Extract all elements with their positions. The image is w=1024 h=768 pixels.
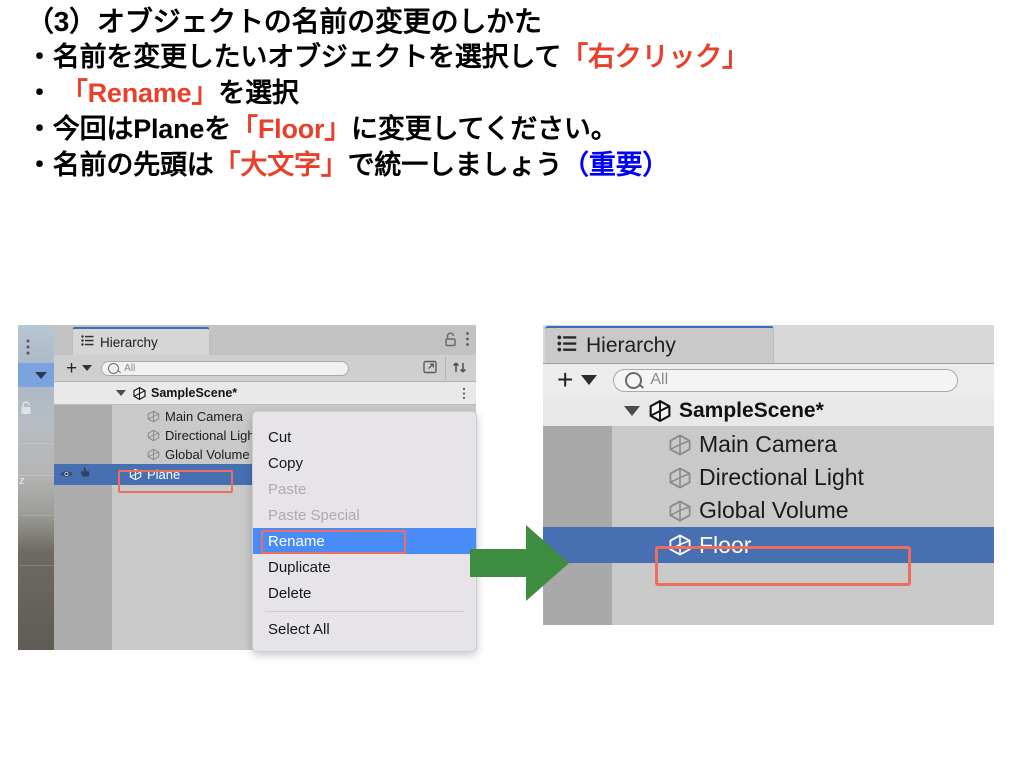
eye-icon[interactable]	[59, 466, 74, 484]
search-icon	[625, 371, 643, 389]
left-tabbar: Hierarchy	[54, 325, 476, 355]
list-item-label: Global Volume	[699, 497, 849, 523]
bullet-2-part-1: ・	[26, 78, 53, 108]
expand-triangle-icon[interactable]	[624, 406, 640, 416]
green-right-arrow	[470, 521, 570, 605]
bullet-4-part-4: （重要）	[562, 150, 670, 180]
list-item-label: Global Volume	[165, 447, 250, 462]
menu-item-duplicate[interactable]: Duplicate	[253, 554, 476, 580]
right-hierarchy-list: Main Camera Directional Light Global Vol…	[543, 426, 994, 625]
slide-root: （3）オブジェクトの名前の変更のしかた ・名前を変更したいオブジェクトを選択して…	[0, 0, 1024, 768]
gameobject-cube-icon	[147, 429, 160, 442]
gameobject-cube-icon	[668, 433, 692, 457]
lock-icon[interactable]	[444, 331, 457, 352]
visibility-toggles[interactable]	[59, 466, 91, 484]
chevron-down-icon[interactable]	[581, 375, 598, 385]
bullet-2: ・「Rename」を選択	[26, 80, 1006, 107]
search-placeholder: All	[124, 362, 136, 374]
bullet-1-part-2: 「右クリック」	[561, 42, 749, 72]
gameobject-cube-icon	[668, 466, 692, 490]
scene-axis-z-label: z	[19, 475, 25, 487]
add-gameobject-button[interactable]: +	[557, 365, 573, 393]
list-item-label: Directional Light	[165, 428, 259, 443]
list-item[interactable]: Directional Light	[543, 461, 994, 494]
list-item-label: Main Camera	[699, 431, 838, 457]
bullet-3-part-1: ・今回はPlaneを	[26, 114, 232, 144]
list-item-label: Main Camera	[165, 409, 244, 424]
menu-item-paste-special: Paste Special	[268, 506, 360, 524]
bullet-4-part-1: ・名前の先頭は	[26, 150, 214, 180]
search-input[interactable]: All	[101, 360, 350, 376]
tab-hierarchy-label: Hierarchy	[100, 334, 158, 350]
tab-hierarchy[interactable]: Hierarchy	[72, 327, 210, 355]
tab-hierarchy-label: Hierarchy	[586, 333, 676, 357]
bullet-3-part-3: に変更してください。	[351, 114, 618, 144]
right-tabbar: Hierarchy	[543, 325, 994, 363]
chevron-down-icon	[35, 372, 47, 379]
scene-lock-icon	[20, 401, 32, 415]
unity-scene-icon	[133, 386, 146, 400]
unity-scene-icon	[649, 400, 671, 422]
gameobject-cube-icon	[147, 410, 160, 423]
kebab-menu-icon[interactable]	[465, 331, 470, 352]
scene-root-label: SampleScene*	[679, 399, 824, 422]
sort-button[interactable]	[448, 358, 472, 378]
search-placeholder: All	[650, 371, 669, 388]
chevron-down-icon[interactable]	[82, 365, 93, 371]
bullet-1-part-1: ・名前を変更したいオブジェクトを選択して	[26, 42, 562, 72]
page-title: （3）オブジェクトの名前の変更のしかた	[26, 6, 542, 37]
menu-divider	[265, 611, 464, 612]
scene-root-row[interactable]: SampleScene*	[543, 396, 994, 427]
floor-highlight-box	[655, 546, 911, 586]
plane-highlight-box	[118, 470, 233, 493]
left-panel-tools	[444, 331, 470, 352]
search-input[interactable]: All	[613, 368, 959, 392]
list-item[interactable]: Global Volume	[543, 494, 994, 527]
slide-text-block: （3）オブジェクトの名前の変更のしかた ・名前を変更したいオブジェクトを選択して…	[26, 8, 1006, 188]
list-item[interactable]: Main Camera	[543, 428, 994, 461]
scene-root-label: SampleScene*	[151, 386, 238, 400]
scene-kebab-menu-icon[interactable]	[21, 335, 35, 361]
menu-item-select-all[interactable]: Select All	[253, 616, 476, 642]
add-gameobject-button[interactable]: +	[66, 359, 77, 378]
bullet-1: ・名前を変更したいオブジェクトを選択して「右クリック」	[26, 44, 1006, 71]
right-hierarchy-toolbar: + All	[543, 363, 994, 397]
hierarchy-icon	[557, 335, 577, 357]
search-icon	[108, 362, 120, 374]
gameobject-cube-icon	[668, 499, 692, 523]
scene-view-edge-strip: z	[18, 325, 54, 650]
bullet-3: ・今回はPlaneを「Floor」に変更してください。	[26, 116, 1006, 143]
toolbar-divider	[445, 357, 446, 379]
hand-pointer-icon[interactable]	[78, 466, 91, 484]
row-kebab-menu-icon[interactable]	[462, 387, 466, 400]
expand-triangle-icon[interactable]	[116, 390, 126, 396]
menu-item-paste: Paste	[268, 480, 307, 498]
bullet-2-part-3: を選択	[218, 78, 299, 108]
menu-item-delete[interactable]: Delete	[253, 580, 476, 606]
bullet-4-part-2: 「大文字」	[213, 150, 348, 180]
hierarchy-icon	[81, 333, 94, 351]
gameobject-cube-icon	[147, 448, 160, 461]
menu-item-cut[interactable]: Cut	[253, 424, 476, 450]
list-item-label: Directional Light	[699, 464, 864, 490]
rename-highlight-box	[261, 530, 406, 554]
scene-gizmo-dropdown[interactable]	[18, 363, 54, 387]
left-hierarchy-toolbar: + All	[54, 355, 476, 382]
scene-root-row[interactable]: SampleScene*	[54, 382, 476, 405]
open-in-new-window-button[interactable]	[419, 358, 443, 378]
bullet-4-part-3: で統一しましょう	[347, 150, 563, 180]
tab-hierarchy[interactable]: Hierarchy	[545, 326, 774, 363]
bullet-2-part-2: 「Rename」	[60, 78, 219, 108]
bullet-3-part-2: 「Floor」	[231, 114, 352, 144]
menu-item-copy[interactable]: Copy	[253, 450, 476, 476]
bullet-4: ・名前の先頭は「大文字」で統一しましょう（重要）	[26, 152, 1006, 179]
